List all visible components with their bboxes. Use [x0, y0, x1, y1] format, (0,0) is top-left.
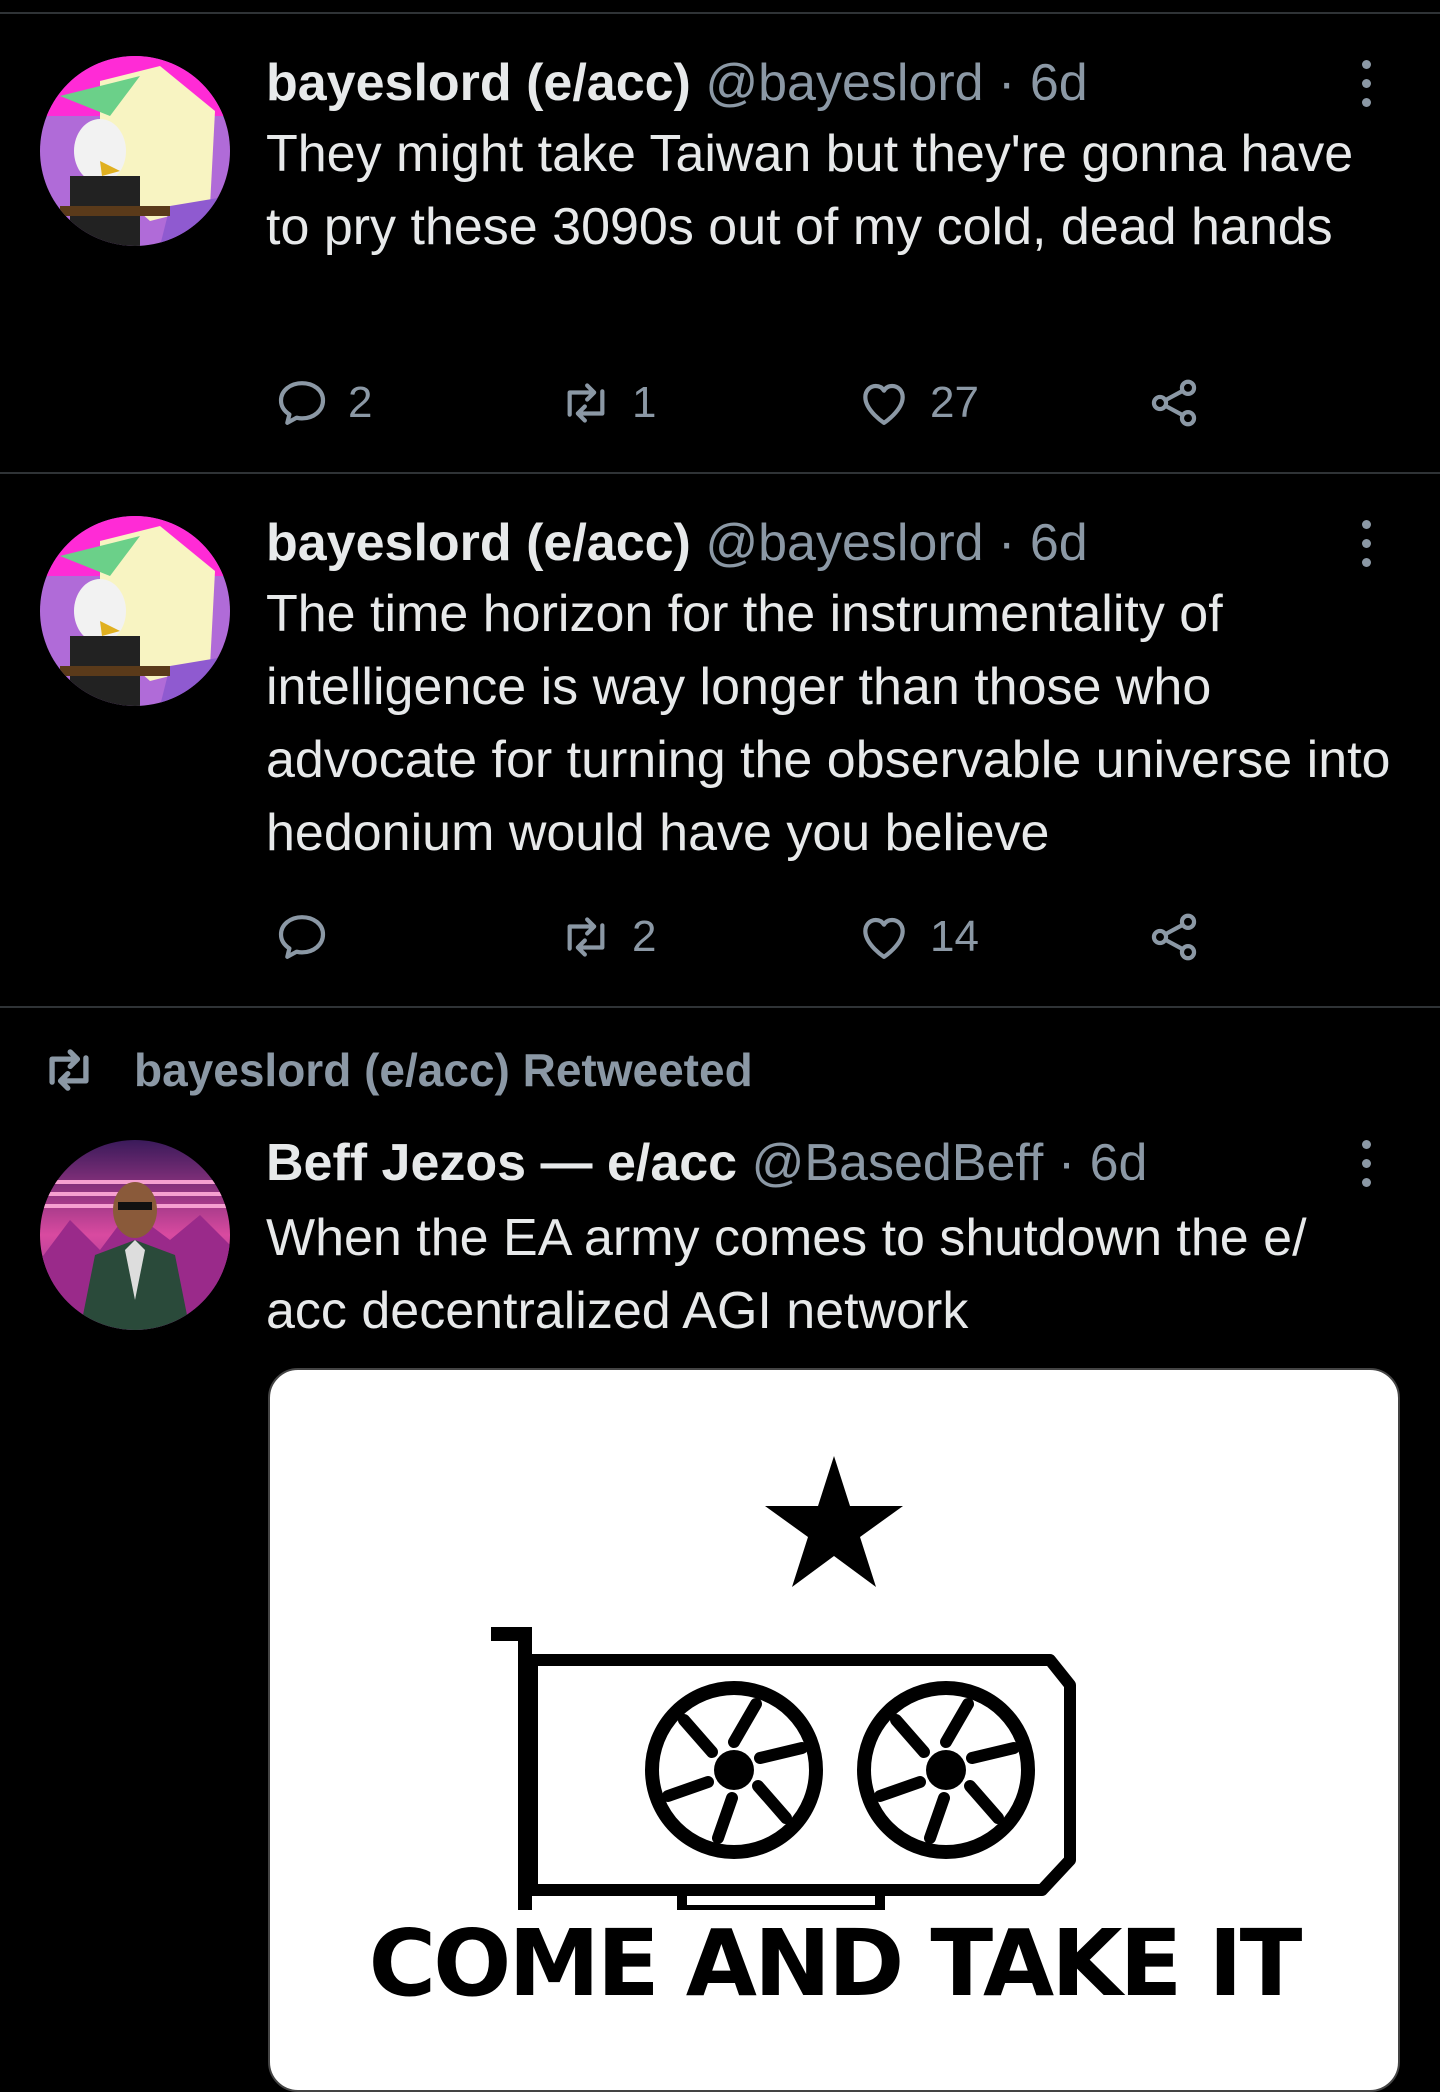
- avatar[interactable]: [40, 1140, 230, 1330]
- avatar[interactable]: [40, 516, 230, 706]
- retweet-button[interactable]: 2: [558, 902, 656, 972]
- fan-icon: [857, 1681, 1035, 1859]
- author-handle[interactable]: @bayeslord: [705, 514, 983, 572]
- separator: ·: [998, 514, 1016, 572]
- timestamp[interactable]: 6d: [1090, 1134, 1148, 1192]
- more-options-icon[interactable]: [1354, 520, 1378, 576]
- author-handle[interactable]: @bayeslord: [705, 54, 983, 112]
- retweeted-by-banner[interactable]: bayeslord (e/acc) Retweeted: [40, 1040, 753, 1100]
- more-options-icon[interactable]: [1354, 60, 1378, 116]
- avatar-image: [40, 1140, 230, 1330]
- more-options-icon[interactable]: [1354, 1140, 1378, 1196]
- share-button[interactable]: [1146, 368, 1202, 438]
- separator: ·: [998, 54, 1016, 112]
- heart-icon: [863, 383, 905, 425]
- author-name[interactable]: bayeslord (e/acc): [266, 514, 691, 572]
- tweet-header: bayeslord (e/acc) @bayeslord · 6d: [266, 52, 1088, 114]
- tweet-header: Beff Jezos — e/acc @BasedBeff · 6d: [266, 1132, 1147, 1194]
- reply-icon: [278, 381, 326, 425]
- avatar-image: [40, 516, 230, 706]
- top-divider: [0, 12, 1440, 14]
- share-icon: [1151, 379, 1197, 427]
- retweet-button[interactable]: 1: [558, 368, 656, 438]
- author-handle[interactable]: @BasedBeff: [752, 1134, 1044, 1192]
- gpu-flag-graphic: [491, 1456, 1076, 1910]
- tweet-actions: 2 14: [266, 902, 1266, 972]
- tweet-divider: [0, 1006, 1440, 1008]
- share-icon: [1151, 913, 1197, 961]
- tweet-text: They might take Taiwan but they're gonna…: [266, 125, 1354, 256]
- tweet-actions: 2 1 27: [266, 368, 1266, 438]
- retweet-count: 1: [632, 378, 657, 427]
- tweet-divider: [0, 472, 1440, 474]
- like-count: 14: [930, 912, 979, 961]
- tweet-header: bayeslord (e/acc) @bayeslord · 6d: [266, 512, 1088, 574]
- like-button[interactable]: 27: [856, 368, 979, 438]
- retweet-count: 2: [632, 912, 657, 961]
- heart-icon: [863, 917, 905, 959]
- timestamp[interactable]: 6d: [1030, 514, 1088, 572]
- reply-count: 2: [348, 378, 373, 427]
- timestamp[interactable]: 6d: [1030, 54, 1088, 112]
- reply-button[interactable]: 2: [274, 368, 372, 438]
- author-name[interactable]: Beff Jezos — e/acc: [266, 1134, 737, 1192]
- tweet-text: The time horizon for the instrumentality…: [266, 585, 1391, 862]
- tweet-media-image[interactable]: COME AND TAKE IT: [268, 1368, 1400, 2092]
- retweet-icon: [567, 383, 605, 423]
- retweet-icon: [567, 917, 605, 957]
- fan-icon: [645, 1681, 823, 1859]
- retweeted-by-label: bayeslord (e/acc) Retweeted: [134, 1044, 753, 1096]
- reply-icon: [278, 915, 326, 959]
- reply-button[interactable]: [274, 902, 348, 972]
- avatar-image: [40, 56, 230, 246]
- like-count: 27: [930, 378, 979, 427]
- image-caption: COME AND TAKE IT: [368, 1910, 1303, 2017]
- like-button[interactable]: 14: [856, 902, 979, 972]
- separator: ·: [1057, 1134, 1076, 1192]
- author-name[interactable]: bayeslord (e/acc): [266, 54, 691, 112]
- tweet-text: When the EA army comes to shutdown the e…: [266, 1209, 1307, 1340]
- retweet-icon: [49, 1049, 89, 1091]
- avatar[interactable]: [40, 56, 230, 246]
- star-icon: [765, 1456, 903, 1587]
- share-button[interactable]: [1146, 902, 1202, 972]
